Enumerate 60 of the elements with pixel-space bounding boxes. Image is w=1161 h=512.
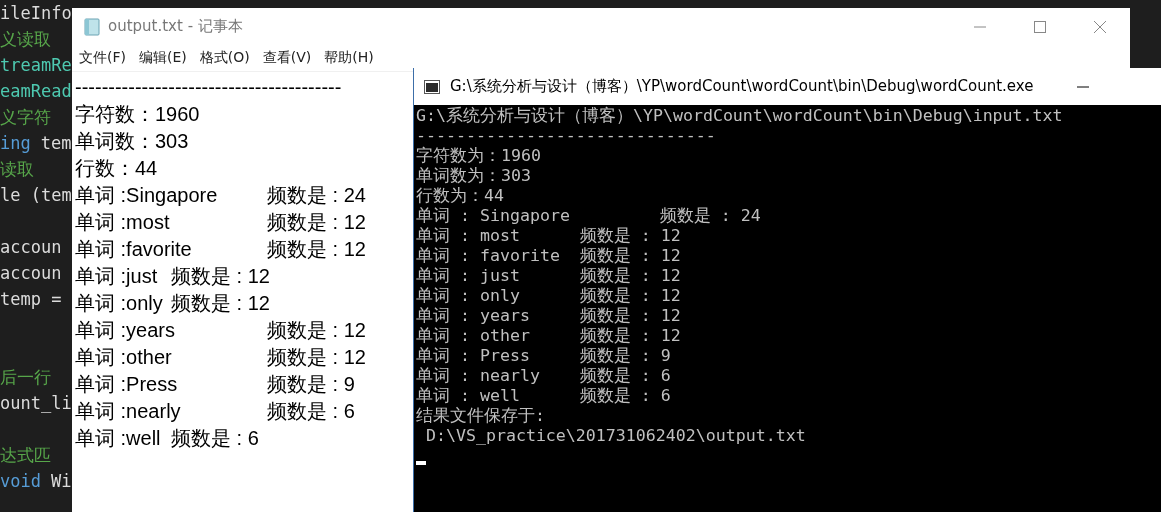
console-line: 单词 : nearly 频数是 : 6 <box>416 366 671 386</box>
console-line: 单词 : well 频数是 : 6 <box>416 386 671 406</box>
text-line: 单词 :Press 频数是 : 9 <box>75 372 355 397</box>
text-line: 单词 :Singapore 频数是 : 24 <box>75 183 366 208</box>
console-line: 单词数为：303 <box>416 166 531 186</box>
code-token: temp = <box>0 288 62 311</box>
menu-item[interactable]: 格式(O) <box>199 49 250 67</box>
text-line: 单词 :well 频数是 : 6 <box>75 426 259 451</box>
console-line: D:\VS_practice\201731062402\output.txt <box>425 426 806 446</box>
console-line: 单词 : years 频数是 : 12 <box>416 306 681 326</box>
code-token: treamRe <box>0 54 72 77</box>
text-line: 单词 :most 频数是 : 12 <box>75 210 366 235</box>
close-icon[interactable] <box>1094 20 1106 33</box>
text-cursor <box>416 461 426 465</box>
console-line: 单词 : Press 频数是 : 9 <box>416 346 671 366</box>
text-line: 单词数：303 <box>75 129 189 154</box>
code-token: 义字符 <box>0 106 51 129</box>
menu-item[interactable]: 帮助(H) <box>324 49 374 67</box>
window-title: G:\系统分析与设计（博客）\YP\wordCount\wordCount\bin\Debug\wordCount.exe <box>450 77 1034 96</box>
code-token: 义读取 <box>0 28 51 51</box>
text-line: 单词 :other 频数是 : 12 <box>75 345 366 370</box>
menu-item[interactable]: 查看(V) <box>262 49 312 67</box>
text-line: 单词 :only 频数是 : 12 <box>75 291 270 316</box>
console-line: 单词 : just 频数是 : 12 <box>416 266 681 286</box>
console-line: 单词 : other 频数是 : 12 <box>416 326 681 346</box>
code-token: Wi <box>50 470 72 493</box>
code-token: ing <box>0 132 31 155</box>
text-line: ---------------------------------------- <box>75 75 342 100</box>
menu-item[interactable]: 编辑(E) <box>139 49 187 67</box>
console-line: 单词 : only 频数是 : 12 <box>416 286 681 306</box>
console-line: 单词 : most 频数是 : 12 <box>416 226 681 246</box>
code-token: accoun <box>0 236 62 259</box>
maximize-icon[interactable] <box>1034 20 1046 33</box>
code-token: le (tem <box>0 184 72 207</box>
console-icon <box>424 79 440 94</box>
text-line: 单词 :years 频数是 : 12 <box>75 318 366 343</box>
console-line: 单词 : Singapore 频数是 : 24 <box>416 206 761 226</box>
code-token: accoun <box>0 262 62 285</box>
code-token: void <box>0 470 41 493</box>
menu-item[interactable]: 文件(F) <box>79 49 126 67</box>
code-token: ileInfo <box>0 2 72 25</box>
text-line: 单词 :just 频数是 : 12 <box>75 264 270 289</box>
console-line: 行数为：44 <box>416 186 504 206</box>
code-token: tem <box>40 132 72 155</box>
text-line: 单词 :favorite 频数是 : 12 <box>75 237 366 262</box>
window-title: output.txt - 记事本 <box>108 17 243 36</box>
console-line: 结果文件保存于: <box>416 406 545 426</box>
text-line: 单词 :nearly 频数是 : 6 <box>75 399 355 424</box>
console-line: 单词 : favorite 频数是 : 12 <box>416 246 681 266</box>
console-line: G:\系统分析与设计（博客）\YP\wordCount\wordCount\bin\Debug\input.txt <box>416 106 1063 126</box>
console-line: 字符数为：1960 <box>416 146 541 166</box>
code-token: 后一行 <box>0 366 51 389</box>
code-token: eamRead <box>0 80 72 103</box>
text-line: 行数：44 <box>75 156 158 181</box>
console-line: ------------------------------ <box>416 126 716 146</box>
text-line: 字符数：1960 <box>75 102 200 127</box>
code-token: ount_li <box>0 392 72 415</box>
code-token: 读取 <box>0 158 34 181</box>
code-token: 达式匹 <box>0 444 51 467</box>
notepad-icon <box>84 17 100 36</box>
